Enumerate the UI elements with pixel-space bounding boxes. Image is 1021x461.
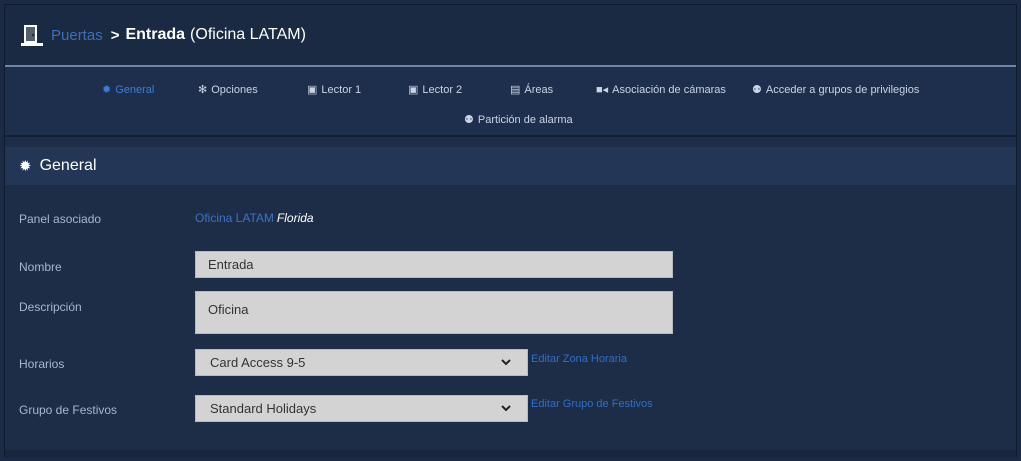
panel-link[interactable]: Oficina LATAM [195,211,274,225]
section-header: ✹ General [5,147,1016,185]
card-reader-icon: ▣ [307,83,318,96]
door-settings-window: Puertas > Entrada (Oficina LATAM) ✹ Gene… [4,4,1017,458]
holidays-label: Grupo de Festivos [19,403,118,417]
schedule-label: Horarios [19,357,65,371]
tab-opciones[interactable]: ✻ Opciones [198,84,258,96]
schedule-selected-value: Card Access 9-5 [210,355,306,370]
tab-lector-1[interactable]: ▣ Lector 1 [307,84,361,96]
edit-schedule-link[interactable]: Editar Zona Horaria [531,353,627,365]
page-title: Entrada [125,26,186,43]
breadcrumb-separator: > [110,26,120,44]
tab-areas[interactable]: ▤ Áreas [510,84,553,96]
description-textarea[interactable]: Oficina [195,291,673,334]
tab-label: Áreas [524,84,554,96]
tab-bar: ✹ General ✻ Opciones ▣ Lector 1 ▣ Lector… [5,69,1016,137]
schedule-select[interactable]: Card Access 9-5 [195,349,528,376]
footer-strip [5,450,1016,458]
tab-label: Lector 1 [321,84,362,96]
panel-value: Oficina LATAM Florida [195,211,314,225]
tab-label: General [115,84,155,96]
tab-label: Lector 2 [422,84,463,96]
tab-grupos-privilegios[interactable]: ⚉ Acceder a grupos de privilegios [752,84,919,96]
general-form: Panel asociado Oficina LATAM Florida Nomb… [5,185,1016,455]
description-label: Descripción [19,300,82,314]
door-icon [21,24,43,46]
holidays-selected-value: Standard Holidays [210,401,317,416]
holidays-select[interactable]: Standard Holidays [195,395,528,422]
tab-particion-alarma[interactable]: ⚉ Partición de alarma [464,114,573,126]
chevron-down-icon [501,405,511,412]
page-subtitle: (Oficina LATAM) [190,26,306,43]
gear-icon: ✹ [19,158,32,175]
tab-asociacion-camaras[interactable]: ■◂ Asociación de cámaras [596,84,726,96]
building-icon: ▤ [510,83,521,96]
card-reader-icon: ▣ [408,83,419,96]
tab-general[interactable]: ✹ General [102,84,154,96]
users-icon: ⚉ [752,83,762,96]
tab-lector-2[interactable]: ▣ Lector 2 [408,84,462,96]
page-header: Puertas > Entrada (Oficina LATAM) [5,5,1016,67]
panel-label: Panel asociado [19,212,102,226]
edit-holidays-link[interactable]: Editar Grupo de Festivos [531,398,653,410]
gear-icon: ✹ [102,83,112,96]
tab-label: Opciones [211,84,258,96]
name-input[interactable]: Entrada [195,251,673,278]
users-icon: ⚉ [464,113,474,126]
tab-label: Acceder a grupos de privilegios [765,84,920,96]
panel-location: Florida [276,211,314,225]
section-title: General [39,157,97,174]
tab-label: Asociación de cámaras [612,84,726,96]
name-label: Nombre [19,260,62,274]
chevron-down-icon [501,359,511,366]
breadcrumb-parent-link[interactable]: Puertas [51,27,103,44]
video-camera-icon: ■◂ [596,83,609,96]
gears-icon: ✻ [198,83,208,96]
tab-label: Partición de alarma [477,114,573,126]
